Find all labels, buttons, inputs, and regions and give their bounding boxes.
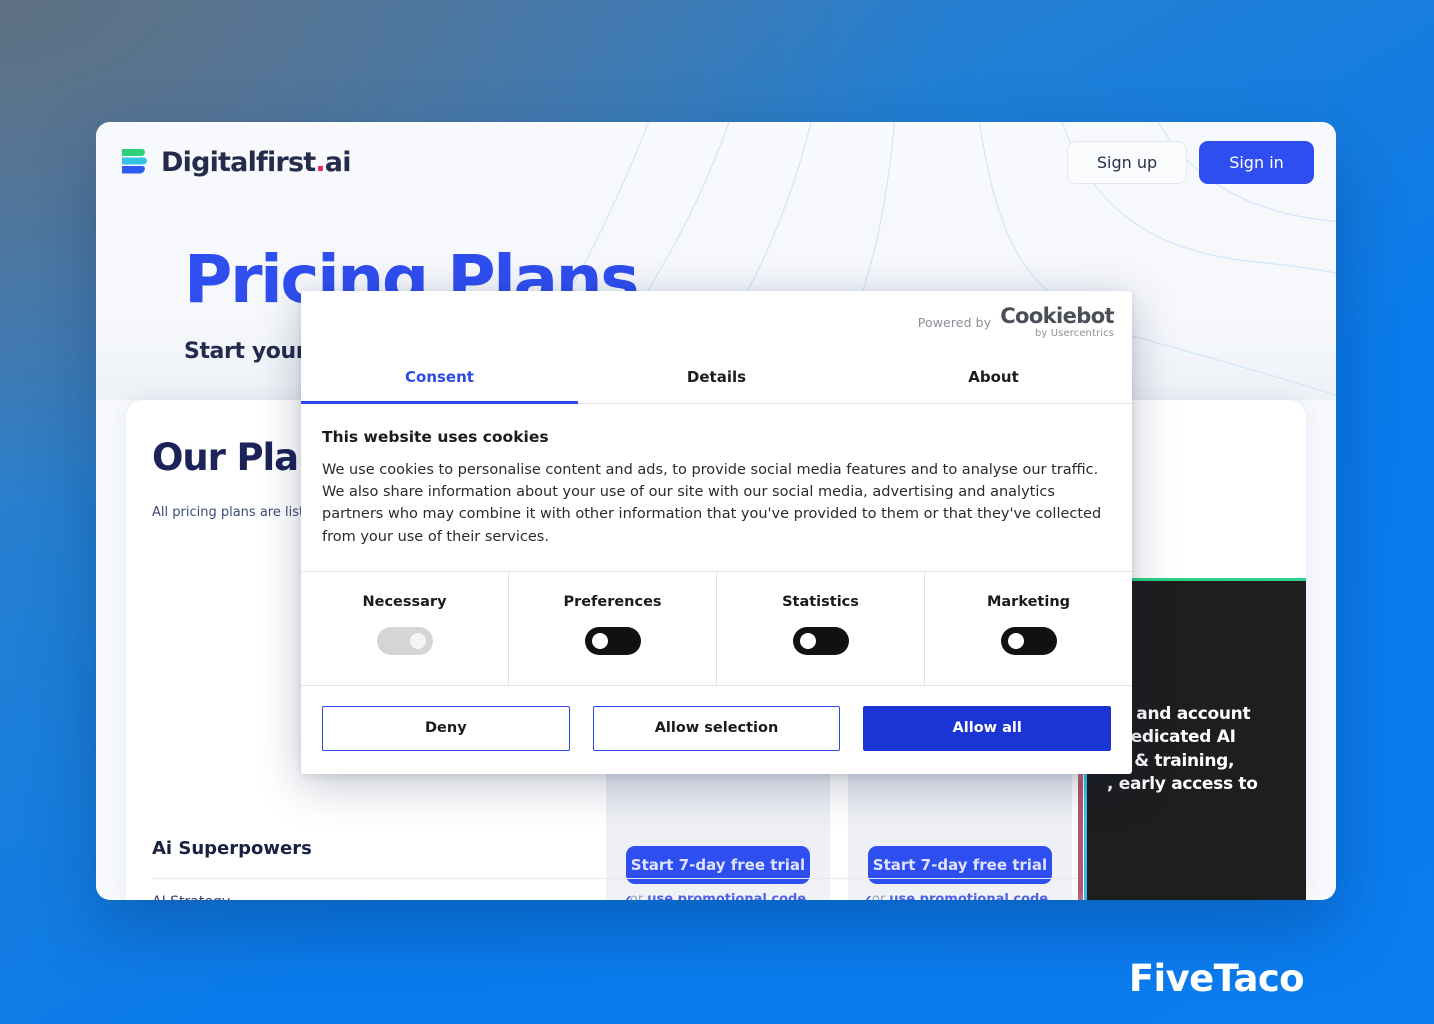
- category-preferences: Preferences: [509, 571, 717, 685]
- allow-selection-button[interactable]: Allow selection: [592, 705, 841, 751]
- cookie-categories: Necessary Preferences Statistics Marketi…: [301, 570, 1132, 686]
- allow-all-button[interactable]: Allow all: [863, 705, 1112, 751]
- powered-by-label: Powered by: [917, 315, 992, 330]
- dialog-actions: Deny Allow selection Allow all: [301, 686, 1132, 774]
- page-backdrop: Digitalfirst.ai Sign up Sign in Pricing …: [0, 0, 1434, 1024]
- brand-logo[interactable]: Digitalfirst.ai: [120, 146, 351, 178]
- category-statistics: Statistics: [717, 571, 925, 685]
- plans-title: Our Plan: [152, 436, 324, 479]
- feature-label: AI Strategy: [152, 894, 230, 900]
- deny-button[interactable]: Deny: [322, 705, 570, 751]
- header-actions: Sign up Sign in: [1067, 140, 1314, 184]
- category-marketing: Marketing: [925, 572, 1132, 685]
- dialog-heading: This website uses cookies: [322, 428, 549, 446]
- sign-up-button[interactable]: Sign up: [1067, 140, 1187, 184]
- cookie-consent-dialog: Powered by Cookiebot by Usercentrics Con…: [301, 291, 1132, 774]
- digitalfirst-logo-icon: [122, 149, 147, 174]
- toggle-necessary: [376, 626, 433, 655]
- category-necessary: Necessary: [301, 571, 509, 685]
- category-label: Necessary: [362, 593, 447, 610]
- brand-suffix: ai: [324, 146, 352, 178]
- dialog-tabs: Consent Details About: [301, 354, 1132, 404]
- dialog-body: This website uses cookies We use cookies…: [301, 404, 1132, 571]
- dialog-paragraph: We use cookies to personalise content an…: [322, 462, 1102, 545]
- brand-dot: .: [315, 146, 325, 178]
- sign-in-button[interactable]: Sign in: [1199, 140, 1314, 184]
- features-divider: [152, 878, 1076, 879]
- tab-about[interactable]: About: [855, 354, 1132, 404]
- feature-row: AI Strategy ✓ ✓: [152, 891, 1076, 900]
- category-label: Preferences: [563, 593, 662, 610]
- brand-name-text: Digitalfirst: [161, 146, 316, 178]
- cookiebot-logo[interactable]: Cookiebot by Usercentrics: [1000, 306, 1114, 339]
- site-header: Digitalfirst.ai Sign up Sign in: [96, 122, 1336, 202]
- cookiebot-brand-bar: Powered by Cookiebot by Usercentrics: [301, 291, 1132, 354]
- toggle-preferences[interactable]: [584, 626, 641, 655]
- toggle-knob: [1005, 630, 1026, 651]
- toggle-knob: [797, 630, 818, 651]
- features-section-title: Ai Superpowers: [152, 838, 312, 859]
- check-icon: ✓: [618, 891, 634, 900]
- toggle-knob: [407, 630, 428, 651]
- toggle-marketing[interactable]: [1000, 626, 1057, 655]
- category-label: Statistics: [782, 593, 859, 610]
- fivetaco-watermark: FiveTaco: [1128, 957, 1305, 1000]
- tab-consent[interactable]: Consent: [301, 354, 578, 404]
- check-icon: ✓: [858, 891, 874, 900]
- cookiebot-logo-subtitle: by Usercentrics: [1034, 328, 1114, 339]
- brand-name: Digitalfirst.ai: [161, 147, 351, 178]
- category-label: Marketing: [986, 593, 1071, 610]
- tab-details[interactable]: Details: [578, 354, 855, 404]
- toggle-knob: [589, 630, 610, 651]
- plans-note: All pricing plans are liste: [152, 505, 313, 520]
- enterprise-description: up and account , dedicated AI ns & train…: [1107, 704, 1258, 794]
- toggle-statistics[interactable]: [792, 626, 849, 655]
- cookiebot-logo-name: Cookiebot: [1000, 304, 1114, 328]
